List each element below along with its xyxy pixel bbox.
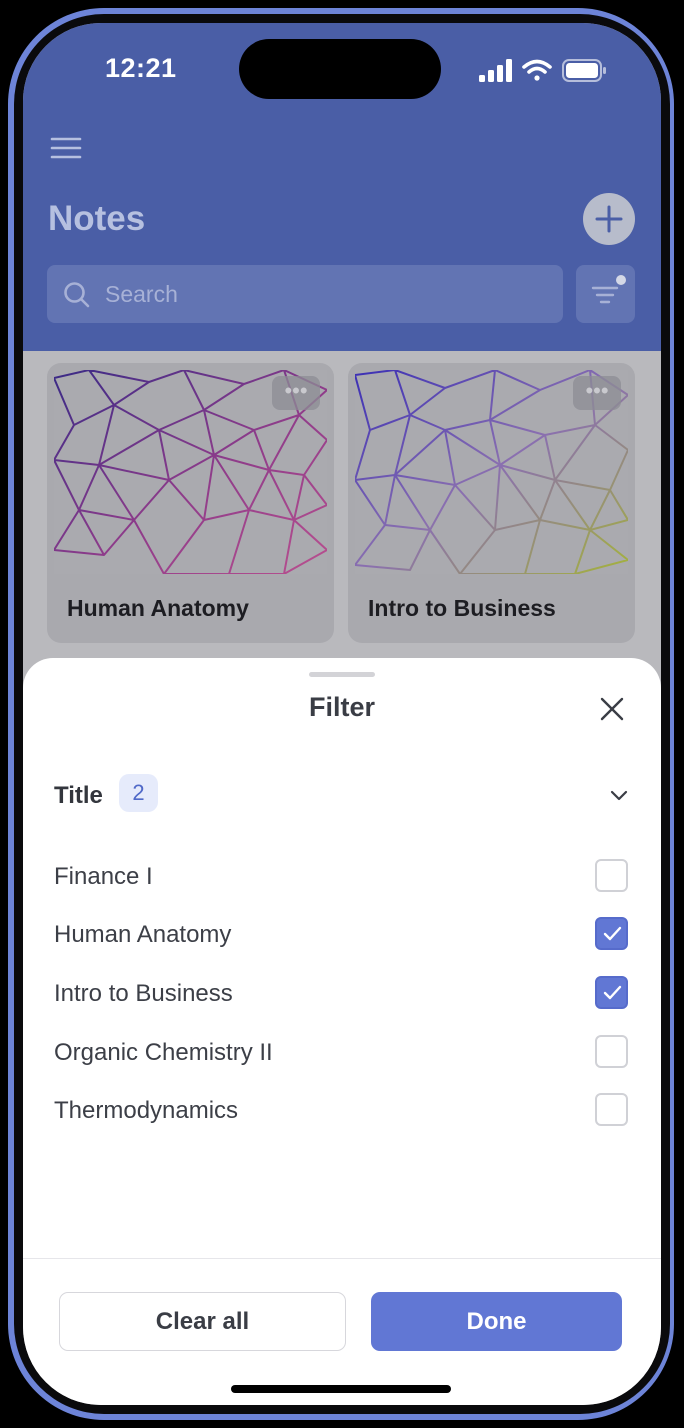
filter-button[interactable] — [576, 265, 635, 323]
checkbox[interactable] — [595, 1093, 628, 1126]
search-icon — [64, 282, 90, 308]
section-label: Title — [54, 782, 103, 809]
wifi-icon — [522, 59, 552, 81]
status-time: 12:21 — [105, 53, 177, 83]
note-more-button[interactable]: ••• — [272, 376, 320, 410]
hamburger-menu-icon[interactable] — [49, 131, 83, 165]
title-filter-section-header[interactable]: Title 2 — [54, 774, 630, 816]
filter-option-finance-i[interactable]: Finance I — [54, 859, 628, 895]
filter-option-label: Human Anatomy — [54, 921, 232, 948]
add-note-button[interactable] — [583, 193, 635, 245]
note-card[interactable]: ••• Human Anatomy — [47, 363, 334, 643]
checkmark-icon — [603, 985, 622, 1000]
footer-divider — [23, 1258, 661, 1259]
note-card[interactable]: ••• Intro to Business — [348, 363, 635, 643]
active-filter-indicator — [616, 275, 626, 285]
selected-count-badge: 2 — [119, 774, 158, 812]
filter-sheet: Filter Title 2 Finance I Human Anatomy I… — [23, 658, 661, 1405]
checkbox[interactable] — [595, 1035, 628, 1068]
search-placeholder: Search — [105, 281, 178, 307]
plus-icon — [595, 205, 623, 233]
filter-option-thermodynamics[interactable]: Thermodynamics — [54, 1093, 628, 1129]
filter-option-human-anatomy[interactable]: Human Anatomy — [54, 917, 628, 953]
filter-option-intro-to-business[interactable]: Intro to Business — [54, 976, 628, 1012]
sheet-grabber[interactable] — [309, 672, 375, 677]
done-button[interactable]: Done — [371, 1292, 622, 1351]
cellular-signal-icon — [479, 59, 512, 82]
note-title: Intro to Business — [368, 595, 556, 621]
battery-icon — [562, 59, 606, 82]
sheet-title: Filter — [308, 692, 375, 722]
note-more-button[interactable]: ••• — [573, 376, 621, 410]
filter-icon — [591, 286, 619, 304]
app-screen: 12:21 Notes Search ••• Human Anatomy •••… — [23, 23, 661, 1405]
search-input[interactable]: Search — [47, 265, 563, 323]
filter-option-organic-chemistry-ii[interactable]: Organic Chemistry II — [54, 1035, 628, 1071]
filter-option-label: Finance I — [54, 863, 153, 890]
checkbox[interactable] — [595, 917, 628, 950]
status-icons — [479, 59, 606, 82]
clear-all-button[interactable]: Clear all — [59, 1292, 346, 1351]
close-icon[interactable] — [596, 693, 628, 725]
dynamic-island — [239, 39, 441, 99]
page-title: Notes — [48, 199, 146, 238]
app-header: 12:21 Notes Search — [23, 23, 661, 351]
home-indicator[interactable] — [231, 1385, 451, 1393]
checkbox[interactable] — [595, 976, 628, 1009]
filter-option-label: Intro to Business — [54, 980, 233, 1007]
filter-option-label: Organic Chemistry II — [54, 1039, 273, 1066]
note-title: Human Anatomy — [67, 595, 249, 621]
checkbox[interactable] — [595, 859, 628, 892]
filter-option-label: Thermodynamics — [54, 1097, 239, 1124]
chevron-down-icon — [610, 790, 628, 801]
checkmark-icon — [603, 926, 622, 941]
